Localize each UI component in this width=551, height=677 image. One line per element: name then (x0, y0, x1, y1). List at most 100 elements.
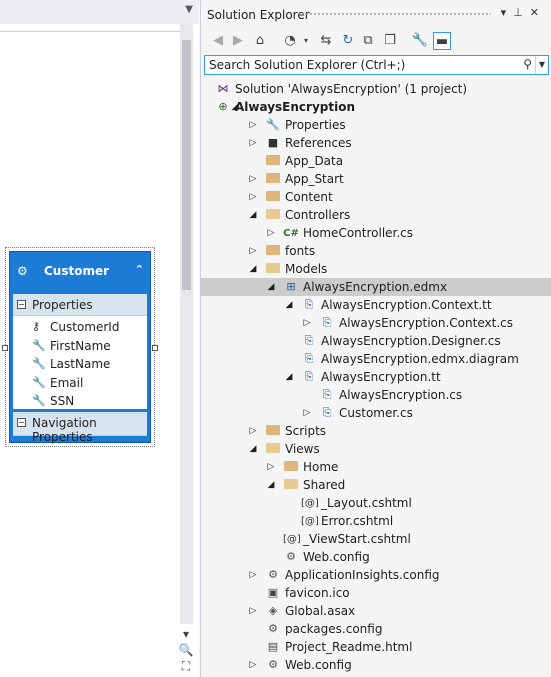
tree-item[interactable]: ▤ Project_Readme.html (201, 638, 551, 656)
expanded-arrow-icon[interactable]: ◢ (283, 296, 295, 314)
tree-item[interactable]: ◢ ⎘ AlwaysEncryption.Context.tt (201, 296, 551, 314)
tree-item[interactable]: ▷ Scripts (201, 422, 551, 440)
resize-handle[interactable] (152, 345, 158, 351)
tree-item-label: Project_Readme.html (285, 640, 413, 654)
folder-icon (265, 188, 281, 206)
chevron-down-icon[interactable]: ▾ (297, 32, 315, 50)
property-email[interactable]: 🔧 Email (13, 374, 147, 393)
collapsed-arrow-icon[interactable]: ▷ (247, 170, 259, 188)
folder-open-icon (265, 206, 281, 224)
collapsed-arrow-icon[interactable]: ▷ (247, 566, 259, 584)
collapse-box-icon[interactable]: − (17, 300, 26, 309)
property-customerid[interactable]: ⚷ CustomerId (13, 318, 147, 337)
home-icon[interactable]: ⌂ (251, 32, 269, 50)
tree-item[interactable]: ⋈ Solution 'AlwaysEncryption' (1 project) (201, 80, 551, 98)
tt-file-icon: ⎘ (304, 334, 314, 347)
property-lastname[interactable]: 🔧 LastName (13, 355, 147, 374)
expanded-arrow-icon[interactable]: ◢ (283, 368, 295, 386)
tree-item-label: AlwaysEncryption.tt (321, 370, 441, 384)
tree-item[interactable]: ▷ ⎘ Customer.cs (201, 404, 551, 422)
copy-icon[interactable]: ❐ (381, 32, 399, 50)
scrollbar-thumb[interactable] (182, 40, 191, 290)
back-icon[interactable]: ◀ (209, 32, 227, 50)
property-firstname[interactable]: 🔧 FirstName (13, 337, 147, 356)
tree-item[interactable]: ◢ Views (201, 440, 551, 458)
property-ssn[interactable]: 🔧 SSN (13, 392, 147, 411)
tree-item[interactable]: ▣ favicon.ico (201, 584, 551, 602)
tree-item[interactable]: ⎘ AlwaysEncryption.Designer.cs (201, 332, 551, 350)
tree-item-label: packages.config (285, 622, 383, 636)
collapsed-arrow-icon[interactable]: ▷ (247, 656, 259, 674)
collapsed-arrow-icon[interactable]: ▷ (265, 458, 277, 476)
tree-item[interactable]: ⚙ Web.config (201, 548, 551, 566)
search-input[interactable]: Search Solution Explorer (Ctrl+;) ⚲ ▼ (204, 55, 549, 75)
collapsed-arrow-icon[interactable]: ▷ (247, 134, 259, 152)
expanded-arrow-icon[interactable]: ◢ (265, 278, 277, 296)
entity-header[interactable]: ⚙ Customer ⌃ (10, 252, 150, 294)
navigation-section-header[interactable]: − Navigation Properties (13, 412, 147, 444)
collapsed-arrow-icon[interactable]: ▷ (301, 404, 313, 422)
collapsed-arrow-icon[interactable]: ▷ (247, 188, 259, 206)
expanded-arrow-icon[interactable]: ◢ (247, 440, 259, 458)
tree-item[interactable]: ◢ Shared (201, 476, 551, 494)
tree-item[interactable]: ▷ Content (201, 188, 551, 206)
tree-item[interactable]: ▷ ◈ Global.asax (201, 602, 551, 620)
chevron-down-icon[interactable]: ▼ (185, 4, 193, 15)
collapsed-arrow-icon[interactable]: ▷ (301, 314, 313, 332)
close-icon[interactable]: ✕ (530, 6, 546, 19)
tree-item[interactable]: ▷ 🔧 Properties (201, 116, 551, 134)
tree-item[interactable]: ⎘ AlwaysEncryption.edmx.diagram (201, 350, 551, 368)
collapsed-arrow-icon[interactable]: ▷ (247, 242, 259, 260)
tree-item[interactable]: ▷ ⎘ AlwaysEncryption.Context.cs (201, 314, 551, 332)
collapse-all-icon[interactable]: ⧉ (359, 32, 377, 50)
tree-item-label: AlwaysEncryption.cs (339, 388, 463, 402)
zoom-icon[interactable]: 🔍 (178, 642, 194, 658)
refresh-icon[interactable]: ↻ (339, 32, 357, 50)
collapsed-arrow-icon[interactable]: ▷ (265, 224, 277, 242)
tree-item[interactable]: App_Data (201, 152, 551, 170)
tree-item[interactable]: ◢ Models (201, 260, 551, 278)
tree-item[interactable]: ⎘ AlwaysEncryption.cs (201, 386, 551, 404)
folder-icon (265, 152, 281, 170)
tree-item[interactable]: ▷ ■ References (201, 134, 551, 152)
expanded-arrow-icon[interactable]: ◢ (265, 476, 277, 494)
collapsed-arrow-icon[interactable]: ▷ (247, 422, 259, 440)
scroll-down-icon[interactable]: ▾ (178, 626, 194, 642)
search-icon[interactable]: ⚲ (523, 57, 532, 71)
tree-item[interactable]: ◢ ⎘ AlwaysEncryption.tt (201, 368, 551, 386)
wrench-icon: 🔧 (32, 357, 46, 370)
preview-selected-icon[interactable]: ▬ (433, 32, 451, 50)
collapse-icon[interactable]: ⌃ (135, 263, 144, 276)
forward-icon[interactable]: ▶ (229, 32, 247, 50)
tree-item[interactable]: [@] Error.cshtml (201, 512, 551, 530)
tree-item[interactable]: ▷ ⚙ ApplicationInsights.config (201, 566, 551, 584)
properties-section-header[interactable]: − Properties (13, 294, 147, 316)
fit-to-window-icon[interactable]: ⛶ (178, 658, 194, 674)
tree-item[interactable]: ▷ App_Start (201, 170, 551, 188)
tree-item[interactable]: ▷ Home (201, 458, 551, 476)
entity-designer-canvas[interactable]: ▼ ▾ 🔍 ⛶ ⚙ Customer ⌃ − Properties ⚷ Cust… (0, 0, 199, 677)
search-options-chevron-icon[interactable]: ▼ (535, 56, 548, 74)
tree-item[interactable]: ◢ Controllers (201, 206, 551, 224)
collapse-box-icon[interactable]: − (17, 418, 26, 427)
expanded-arrow-icon[interactable]: ◢ (247, 206, 259, 224)
tree-item[interactable]: ▷ ⚙ Web.config (201, 656, 551, 674)
collapsed-arrow-icon[interactable]: ▷ (247, 602, 259, 620)
tree-item[interactable]: ◢ ⊕ AlwaysEncryption (201, 98, 551, 116)
tree-item[interactable]: [@] _ViewStart.cshtml (201, 530, 551, 548)
pin-icon[interactable]: ⊥ (513, 6, 530, 19)
tree-item[interactable]: [@] _Layout.cshtml (201, 494, 551, 512)
resize-handle[interactable] (2, 345, 8, 351)
tree-item[interactable]: ▷ C# HomeController.cs (201, 224, 551, 242)
dropdown-icon[interactable]: ▾ (501, 6, 514, 19)
tree-item[interactable]: ⚙ packages.config (201, 620, 551, 638)
tree-item[interactable]: ◢ ⊞ AlwaysEncryption.edmx (201, 278, 551, 296)
tree-item[interactable]: ▷ fonts (201, 242, 551, 260)
properties-icon[interactable]: 🔧 (411, 32, 429, 50)
expanded-arrow-icon[interactable]: ◢ (247, 260, 259, 278)
collapsed-arrow-icon[interactable]: ▷ (247, 116, 259, 134)
customer-entity[interactable]: ⚙ Customer ⌃ − Properties ⚷ CustomerId 🔧… (5, 247, 155, 447)
sync-icon[interactable]: ⇆ (317, 32, 335, 50)
drag-grip[interactable] (301, 12, 491, 17)
panel-title-bar[interactable]: Solution Explorer ▾⊥✕ (201, 0, 551, 28)
